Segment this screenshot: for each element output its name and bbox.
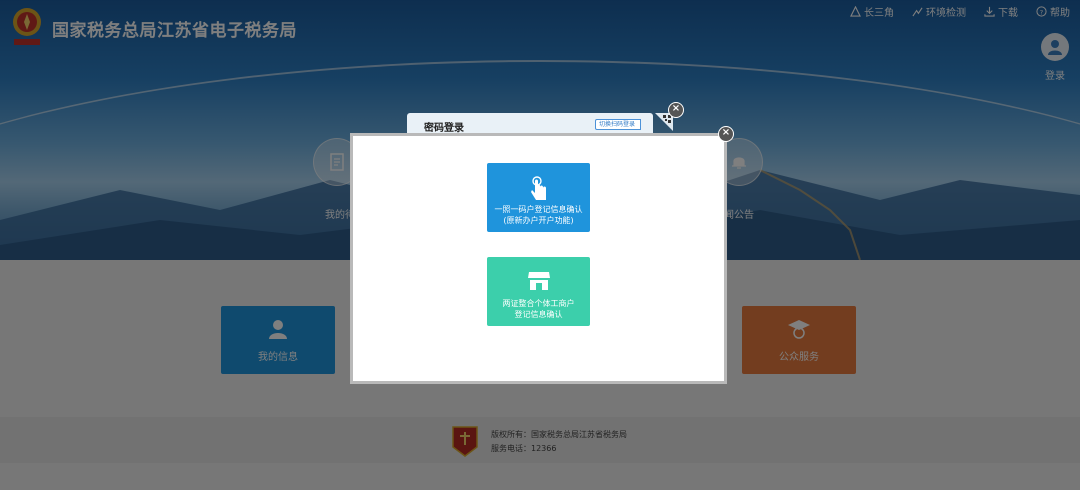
- shop-icon-wrapper: [487, 270, 590, 292]
- option1-line2: (原新办户开户功能): [503, 216, 574, 225]
- shop-icon: [527, 272, 550, 290]
- option2-line2: 登记信息确认: [514, 310, 563, 319]
- individual-business-registration-button[interactable]: 两证整合个体工商户 登记信息确认: [487, 257, 590, 326]
- unified-code-registration-button[interactable]: 一照一码户登记信息确认 (原新办户开户功能): [487, 163, 590, 232]
- tap-hand-icon: [530, 176, 546, 200]
- option2-line1: 两证整合个体工商户: [502, 299, 575, 308]
- password-login-title: 密码登录: [424, 123, 464, 134]
- switch-scan-login-button[interactable]: 切换扫码登录: [595, 119, 642, 130]
- tap-hand-icon-wrapper: [487, 176, 590, 202]
- registration-confirm-modal: 一照一码户登记信息确认 (原新办户开户功能) 两证整合个体工商户 登记信息确认: [350, 133, 727, 384]
- close-modal-button[interactable]: ×: [718, 126, 734, 142]
- option1-line1: 一照一码户登记信息确认: [494, 205, 583, 214]
- close-login-dialog-button[interactable]: ×: [668, 102, 684, 118]
